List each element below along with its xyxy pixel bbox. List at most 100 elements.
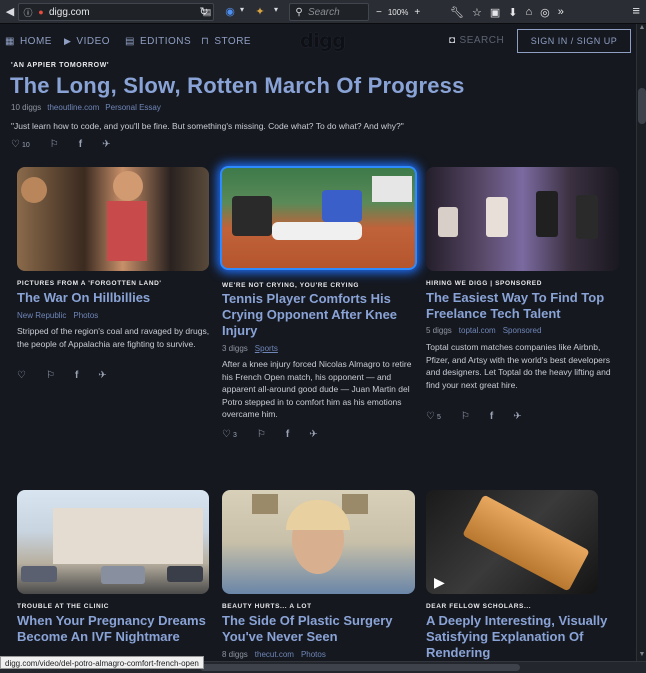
nav-editions-label: EDITIONS: [139, 36, 192, 47]
digg-button[interactable]: ♡ 5: [426, 411, 441, 422]
card-source[interactable]: New Republic: [17, 311, 66, 320]
digg-button[interactable]: ♡ 3: [222, 429, 237, 440]
scroll-down-icon[interactable]: ▼: [638, 651, 646, 661]
card-title[interactable]: The Easiest Way To Find Top Freelance Te…: [426, 290, 621, 322]
card-title[interactable]: The War On Hillbillies: [17, 290, 212, 306]
nav-home[interactable]: ▦ HOME: [5, 36, 52, 47]
card-title[interactable]: When Your Pregnancy Dreams Become An IVF…: [17, 613, 212, 645]
heart-icon: ♡: [426, 411, 435, 422]
nav-store[interactable]: ⊓ STORE: [201, 36, 251, 47]
card-image-plastic-surgery[interactable]: [222, 490, 415, 594]
save-bookmark-icon[interactable]: ⚐: [46, 370, 55, 381]
card-diggs: 8 diggs: [222, 650, 248, 659]
heart-icon: ♡: [222, 429, 231, 440]
zoom-out-button[interactable]: −: [376, 7, 382, 18]
twitter-icon[interactable]: ✈: [513, 411, 521, 422]
hero-description: "Just learn how to code, and you'll be f…: [11, 121, 404, 131]
hero-kicker: 'AN APPIER TOMORROW': [11, 62, 110, 69]
digg-logo[interactable]: digg: [300, 30, 346, 52]
card-tag[interactable]: Photos: [73, 311, 98, 320]
addon-dropdown-icon[interactable]: ▾: [268, 5, 284, 14]
card-tag[interactable]: Sports: [255, 344, 278, 353]
home-icon[interactable]: ⌂: [525, 6, 532, 18]
zoom-control: − 100% +: [376, 3, 420, 21]
nav-search-label: SEARCH: [459, 35, 505, 46]
editions-icon: ▤: [125, 36, 135, 47]
scroll-up-icon[interactable]: ▲: [638, 24, 646, 34]
card-title[interactable]: A Deeply Interesting, Visually Satisfyin…: [426, 613, 622, 661]
hero-source[interactable]: theoutline.com: [47, 103, 99, 112]
card-kicker: HIRING WE DIGG | SPONSORED: [426, 280, 543, 287]
hero-meta: 10 diggs theoutline.com Personal Essay: [11, 103, 161, 112]
card-source[interactable]: toptal.com: [459, 326, 496, 335]
search-bar[interactable]: ⚲ Search: [289, 3, 369, 21]
home-nav-icon: ▦: [5, 36, 15, 47]
facebook-icon[interactable]: f: [75, 370, 78, 381]
sync-icon[interactable]: ◎: [540, 6, 550, 19]
card-meta: 3 diggs Sports: [222, 344, 278, 353]
scrollbar-thumb[interactable]: [638, 88, 646, 124]
card-title[interactable]: The Side Of Plastic Surgery You've Never…: [222, 613, 418, 645]
vertical-scrollbar[interactable]: ▲ ▼: [636, 24, 646, 673]
save-bookmark-icon[interactable]: ⚐: [50, 139, 59, 150]
download-icon[interactable]: ⬇: [508, 6, 517, 19]
horizontal-scrollbar-thumb[interactable]: [200, 664, 520, 671]
hamburger-menu-icon[interactable]: ≡: [632, 3, 640, 18]
sign-in-button[interactable]: SIGN IN / SIGN UP: [517, 29, 631, 53]
bookmark-star-icon[interactable]: ☆: [472, 6, 482, 19]
digg-button[interactable]: ♡ 10: [11, 139, 30, 150]
card-meta: 5 diggs toptal.com Sponsored: [426, 326, 541, 335]
card-title[interactable]: Tennis Player Comforts His Crying Oppone…: [222, 291, 418, 339]
video-icon: ▶: [64, 36, 72, 46]
site-icon: ●: [38, 7, 44, 17]
url-text[interactable]: digg.com: [49, 7, 198, 18]
play-icon[interactable]: ▶: [434, 574, 445, 591]
nav-home-label: HOME: [19, 36, 52, 47]
card-kicker: TROUBLE AT THE CLINIC: [17, 603, 110, 610]
nav-editions[interactable]: ▤ EDITIONS: [125, 36, 191, 47]
store-icon: ⊓: [201, 36, 210, 47]
addon-icon[interactable]: ✦: [252, 5, 268, 18]
nav-video[interactable]: ▶ VIDEO: [64, 36, 110, 47]
twitter-icon[interactable]: ✈: [309, 429, 317, 440]
card-diggs: 5 diggs: [426, 326, 452, 335]
twitter-icon[interactable]: ✈: [102, 139, 110, 150]
nav-video-label: VIDEO: [76, 36, 111, 47]
zoom-level[interactable]: 100%: [388, 8, 408, 17]
reload-icon[interactable]: ↻: [196, 5, 212, 18]
overflow-icon[interactable]: »: [558, 6, 564, 18]
facebook-icon[interactable]: f: [490, 411, 493, 422]
hero-tag[interactable]: Personal Essay: [105, 103, 161, 112]
hero-title[interactable]: The Long, Slow, Rotten March Of Progress: [10, 73, 465, 99]
toolbar-icons: 🔧︎ ☆ ▣ ⬇ ⌂ ◎ »: [450, 3, 564, 21]
extension-dropdown-icon[interactable]: ▾: [234, 5, 250, 14]
card-kicker: PICTURES FROM A 'FORGOTTEN LAND': [17, 280, 162, 287]
save-bookmark-icon[interactable]: ⚐: [257, 429, 266, 440]
card-image-tennis[interactable]: [220, 166, 417, 270]
card-image-hillbillies[interactable]: [17, 167, 209, 271]
heart-icon[interactable]: ♡: [17, 370, 26, 381]
card-source[interactable]: thecut.com: [255, 650, 294, 659]
facebook-icon[interactable]: f: [79, 139, 82, 150]
wrench-icon[interactable]: 🔧︎: [450, 6, 464, 19]
nav-search[interactable]: ◘ SEARCH: [449, 35, 504, 46]
hero-actions: ♡ 10 ⚐ f ✈: [11, 139, 110, 150]
search-icon: ⚲: [295, 6, 303, 18]
card-tag[interactable]: Photos: [301, 650, 326, 659]
card-description: Stripped of the region's coal and ravage…: [17, 326, 210, 349]
save-bookmark-icon[interactable]: ⚐: [461, 411, 470, 422]
facebook-icon[interactable]: f: [286, 429, 289, 440]
twitter-icon[interactable]: ✈: [98, 370, 106, 381]
card-diggs: 3 diggs: [222, 344, 248, 353]
back-icon[interactable]: ◀: [2, 5, 18, 18]
card-image-toptal[interactable]: [426, 167, 619, 271]
card-kicker: WE'RE NOT CRYING, YOU'RE CRYING: [222, 282, 360, 289]
card-image-rendering[interactable]: ▶: [426, 490, 598, 594]
nav-search-icon: ◘: [449, 35, 456, 46]
info-icon[interactable]: ⓘ: [23, 6, 33, 19]
card-tag[interactable]: Sponsored: [503, 326, 542, 335]
url-bar[interactable]: ⓘ ● digg.com ▤: [18, 3, 214, 21]
card-image-clinic[interactable]: [17, 490, 209, 594]
zoom-in-button[interactable]: +: [414, 7, 420, 18]
clipboard-icon[interactable]: ▣: [490, 6, 500, 19]
